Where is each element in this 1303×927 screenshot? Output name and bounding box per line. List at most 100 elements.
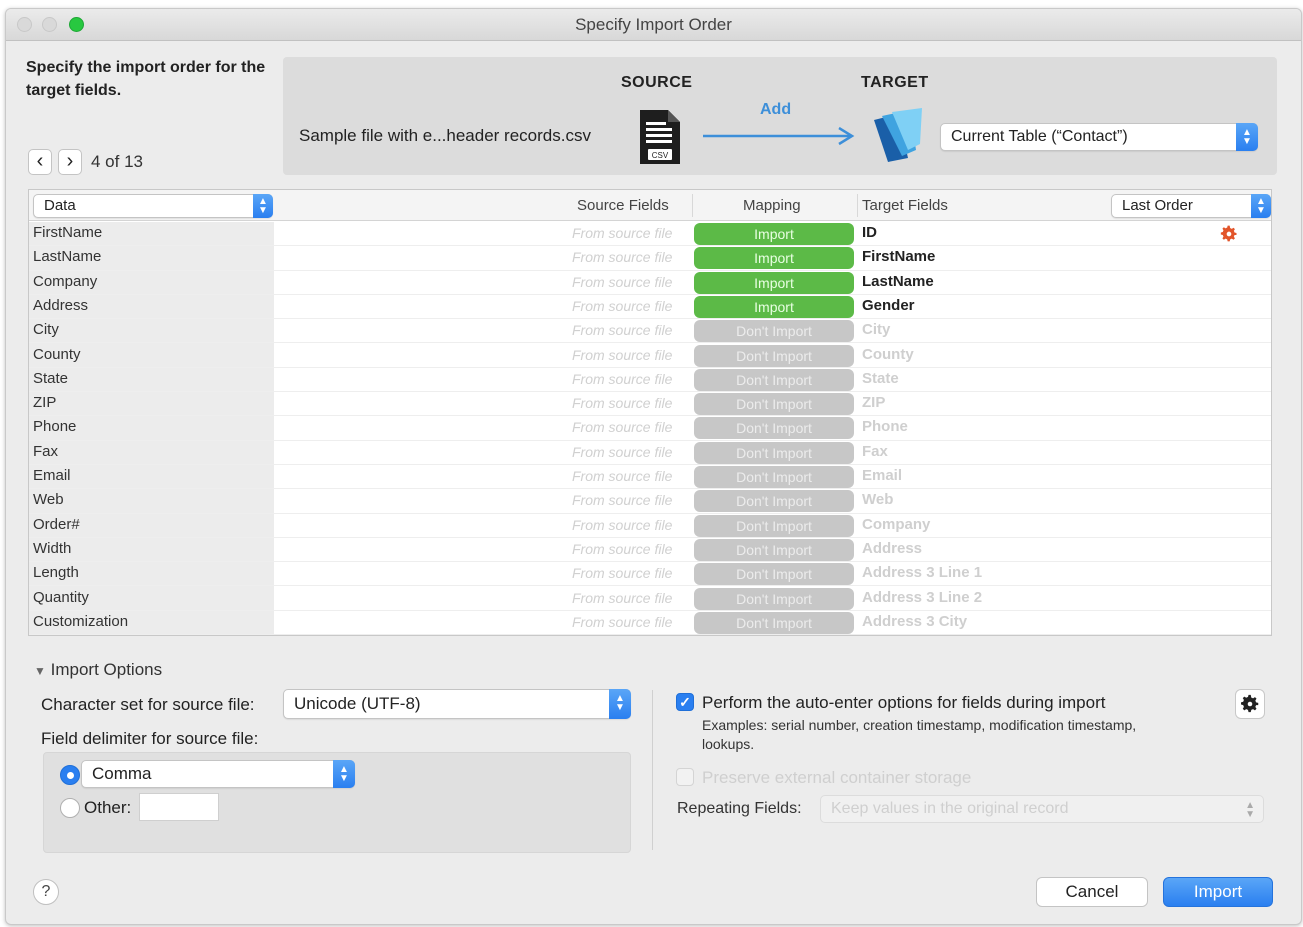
select-arrows-icon: ▲ ▼ [1245,800,1255,820]
mapping-header[interactable]: Mapping [743,197,801,214]
next-record-button[interactable]: › [58,149,82,175]
csv-file-icon: CSV [640,110,680,164]
delimiter-select[interactable]: Comma ▲ ▼ [81,760,355,788]
column-divider [692,194,693,217]
table-row[interactable]: Phone From source file Don't Import Phone [29,416,1271,441]
table-row[interactable]: Email From source file Don't Import Email [29,465,1271,490]
mapping-toggle[interactable]: Don't Import [694,344,854,367]
checkmark-icon: ✓ [679,694,691,710]
import-action-label: Add [760,101,792,118]
source-field-cell: From source file [572,540,673,557]
table-row[interactable]: Fax From source file Don't Import Fax [29,441,1271,465]
auto-enter-label: Perform the auto-enter options for field… [702,693,1106,712]
zoom-window-button[interactable] [69,17,84,32]
data-cell: ZIP [33,394,57,412]
column-divider [857,194,858,217]
source-field-cell: From source file [572,613,673,630]
source-fields-header[interactable]: Source Fields [577,197,669,214]
table-row[interactable]: Order# From source file Don't Import Compan… [29,514,1271,538]
mapping-toggle[interactable]: Don't Import [694,611,854,634]
select-arrows-icon: ▲ ▼ [253,194,273,218]
data-cell: Phone [33,418,77,436]
close-window-button[interactable] [17,17,32,32]
field-warning-gear-icon[interactable] [1219,224,1239,244]
source-field-cell: From source file [572,370,673,387]
source-heading: SOURCE [621,74,693,91]
cancel-button[interactable]: Cancel [1036,877,1148,907]
data-cell: Address [33,296,89,314]
grid-header: Data ▲ ▼ Source Fields Mapping Target Fie… [29,190,1271,221]
mapping-toggle[interactable]: Don't Import [694,490,854,513]
gear-icon [1241,694,1259,713]
target-field-cell: FirstName [862,248,936,266]
charset-select[interactable]: Unicode (UTF-8) ▲ ▼ [283,689,631,719]
table-row[interactable]: Company From source file Import LastName [29,271,1271,295]
repeating-fields-select[interactable]: Keep values in the original record ▲ ▼ [820,795,1264,823]
table-row[interactable]: County From source file Don't Import County [29,344,1271,368]
table-row[interactable]: Width From source file Don't Import Address [29,538,1271,563]
table-row[interactable]: LastName From source file Import FirstName [29,246,1271,271]
preserve-storage-label: Preserve external container storage [702,768,972,787]
target-field-cell: City [862,321,891,339]
source-field-cell: From source file [572,225,673,241]
help-button[interactable]: ? [33,879,59,905]
mapping-toggle[interactable]: Import [694,223,854,245]
target-field-cell: Address 3 Line 2 [862,588,983,606]
mapping-toggle[interactable]: Don't Import [694,466,854,488]
import-button[interactable]: Import [1163,877,1273,907]
select-arrows-icon: ▲ ▼ [1251,194,1271,218]
repeating-fields-value: Keep values in the original record [831,800,1069,817]
previous-record-button[interactable]: ‹ [28,149,52,175]
table-row[interactable]: ZIP From source file Don't Import ZIP [29,392,1271,417]
preserve-storage-checkbox[interactable] [676,768,694,786]
source-field-cell: From source file [572,419,673,436]
mapping-toggle[interactable]: Don't Import [694,417,854,440]
source-field-cell: From source file [572,249,673,266]
mapping-toggle[interactable]: Import [694,295,854,318]
import-options-toggle[interactable]: ▼ Import Options [34,660,162,680]
delimiter-other-radio[interactable] [60,798,80,818]
table-row[interactable]: Length From source file Don't Import Addres… [29,562,1271,587]
data-view-value: Data [44,197,76,214]
table-row[interactable]: Quantity From source file Don't Import Addr… [29,587,1271,611]
table-row[interactable]: Address From source file Import Gender [29,295,1271,320]
select-arrows-icon: ▲ ▼ [609,689,631,719]
auto-enter-settings-button[interactable] [1235,689,1265,719]
table-row[interactable]: Customization From source file Don't Impor… [29,611,1271,636]
mapping-toggle[interactable]: Don't Import [694,538,854,561]
record-counter: 4 of 13 [91,152,143,171]
mapping-toggle[interactable]: Import [694,247,854,270]
data-cell: FirstName [33,224,103,241]
mapping-toggle[interactable]: Import [694,271,854,294]
filemaker-table-icon [874,108,922,162]
data-cell: Width [33,539,72,557]
field-order-select[interactable]: Last Order ▲ ▼ [1111,194,1271,218]
table-row[interactable]: Web From source file Don't Import Web [29,489,1271,514]
mapping-toggle[interactable]: Don't Import [694,320,854,343]
target-field-cell: Gender [862,296,915,314]
mapping-toggle[interactable]: Don't Import [694,393,854,416]
data-cell: Length [33,564,79,582]
data-view-select[interactable]: Data ▲ ▼ [33,194,273,218]
target-fields-header[interactable]: Target Fields [862,197,948,214]
auto-enter-checkbox[interactable]: ✓ [676,693,694,711]
minimize-window-button[interactable] [42,17,57,32]
table-row[interactable]: State From source file Don't Import State [29,368,1271,393]
target-table-select[interactable]: Current Table (“Contact”) ▲ ▼ [940,123,1258,151]
other-delimiter-input[interactable] [139,793,219,821]
table-row[interactable]: City From source file Don't Import City [29,319,1271,344]
target-field-cell: County [862,345,914,363]
auto-enter-examples: Examples: serial number, creation timest… [702,717,1137,752]
data-cell: LastName [33,248,102,266]
mapping-toggle[interactable]: Don't Import [694,514,854,537]
select-arrows-icon: ▲ ▼ [1236,123,1258,151]
source-field-cell: From source file [572,297,673,314]
charset-value: Unicode (UTF-8) [294,694,421,713]
mapping-toggle[interactable]: Don't Import [694,441,854,464]
target-field-cell: Company [862,515,931,533]
table-row[interactable]: FirstName From source file Import ID [29,222,1271,247]
delimiter-preset-radio[interactable] [60,765,80,785]
mapping-toggle[interactable]: Don't Import [694,563,854,586]
mapping-toggle[interactable]: Don't Import [694,587,854,610]
mapping-toggle[interactable]: Don't Import [694,368,854,391]
